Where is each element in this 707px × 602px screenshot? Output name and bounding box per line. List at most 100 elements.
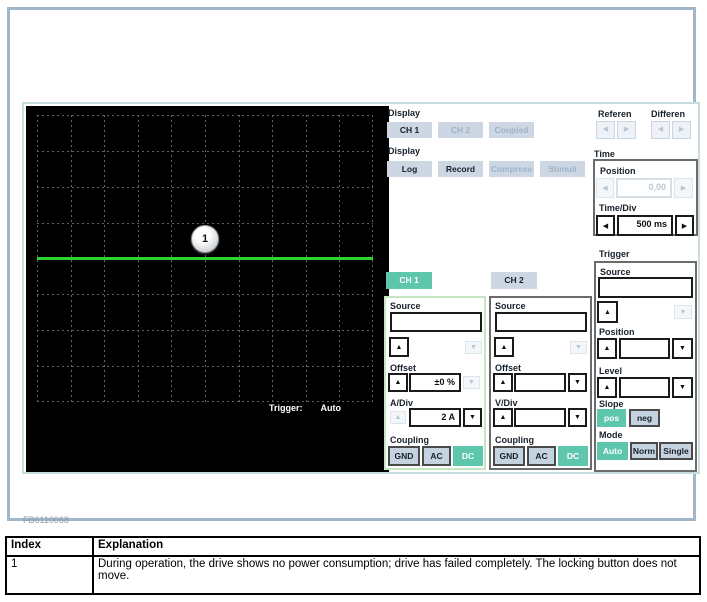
table-header-row: Index Explanation <box>6 537 700 556</box>
left-arrow-icon: ◀ <box>658 126 663 133</box>
table-row: 1 During operation, the drive shows no p… <box>6 556 700 594</box>
mode-single-button[interactable]: Single <box>659 442 693 460</box>
trigger-position-label: Position <box>599 327 635 337</box>
ch2-source-label: Source <box>495 301 526 311</box>
log-button[interactable]: Log <box>387 161 432 177</box>
ch1-tab-button[interactable]: CH 1 <box>386 272 432 289</box>
time-position-value: 0,00 <box>616 178 672 198</box>
down-arrow-icon: ▼ <box>679 384 686 391</box>
trigger-position-down-button[interactable]: ▼ <box>672 338 693 359</box>
trigger-source-down-button: ▼ <box>674 305 692 319</box>
right-arrow-icon: ▶ <box>624 126 629 133</box>
record-button[interactable]: Record <box>438 161 483 177</box>
trigger-level-up-button[interactable]: ▲ <box>597 377 617 398</box>
time-div-decrement-button[interactable]: ◀ <box>596 215 615 236</box>
trigger-position-up-button[interactable]: ▲ <box>597 338 617 359</box>
ch2-dc-button[interactable]: DC <box>558 446 588 466</box>
ch2-div-up-button[interactable]: ▲ <box>493 408 513 427</box>
explanation-cell: During operation, the drive shows no pow… <box>93 556 700 594</box>
stimuli-button[interactable]: Stimuli <box>540 161 585 177</box>
ch1-dc-button[interactable]: DC <box>453 446 483 466</box>
left-arrow-icon: ◀ <box>602 184 607 192</box>
up-arrow-icon: ▲ <box>396 344 403 351</box>
display-ch1-button[interactable]: CH 1 <box>387 122 432 138</box>
trigger-level-label: Level <box>599 366 622 376</box>
down-arrow-icon: ▼ <box>468 379 475 386</box>
mode-auto-button[interactable]: Auto <box>597 442 628 460</box>
down-arrow-icon: ▼ <box>469 414 476 421</box>
ch1-div-down-button[interactable]: ▼ <box>463 408 482 427</box>
reference-label: Referen <box>598 109 632 119</box>
trigger-status: Trigger: Auto <box>269 403 341 413</box>
ch2-offset-down-button[interactable]: ▼ <box>568 373 587 392</box>
ch2-panel: Source ▲ ▼ Offset ▲ ▼ V/Div ▲ ▼ Coupling… <box>489 296 592 470</box>
up-arrow-icon: ▲ <box>604 345 611 352</box>
up-arrow-icon: ▲ <box>395 414 402 421</box>
time-panel: Position ◀ 0,00 ▶ Time/Div ◀ 500 ms ▶ <box>593 159 698 236</box>
figure-frame: 1 Trigger: Auto Display CH 1 CH 2 Couple… <box>7 7 696 521</box>
ch1-div-label: A/Div <box>390 398 413 408</box>
trigger-source-input[interactable] <box>598 277 693 298</box>
trigger-mode-label: Mode <box>599 430 623 440</box>
ch1-source-label: Source <box>390 301 421 311</box>
ch1-source-input[interactable] <box>390 312 482 332</box>
trigger-level-down-button[interactable]: ▼ <box>672 377 693 398</box>
ch1-ac-button[interactable]: AC <box>422 446 451 466</box>
ch1-offset-value[interactable]: ±0 % <box>409 373 461 392</box>
callout-marker-1: 1 <box>191 225 219 253</box>
ch2-offset-value[interactable] <box>514 373 566 392</box>
time-div-increment-button[interactable]: ▶ <box>675 215 694 236</box>
trace-display: 1 Trigger: Auto <box>26 106 389 472</box>
trigger-panel: Source ▲ ▼ Position ▲ ▼ Level ▲ ▼ Slope … <box>594 261 697 472</box>
ch2-gnd-button[interactable]: GND <box>493 446 525 466</box>
ch2-tab-button[interactable]: CH 2 <box>491 272 537 289</box>
trigger-status-label: Trigger: <box>269 403 303 413</box>
ch2-offset-label: Offset <box>495 363 521 373</box>
ch2-source-up-button[interactable]: ▲ <box>494 337 514 357</box>
ch2-offset-up-button[interactable]: ▲ <box>493 373 513 392</box>
display-channels-label: Display <box>388 108 420 118</box>
trigger-slope-label: Slope <box>599 399 624 409</box>
down-arrow-icon: ▼ <box>679 345 686 352</box>
display-ch2-button[interactable]: CH 2 <box>438 122 483 138</box>
index-cell: 1 <box>6 556 93 594</box>
down-arrow-icon: ▼ <box>574 414 581 421</box>
time-position-decrement-button: ◀ <box>596 178 614 198</box>
slope-neg-button[interactable]: neg <box>629 409 660 427</box>
ch2-ac-button[interactable]: AC <box>527 446 556 466</box>
difference-prev-button[interactable]: ◀ <box>651 121 670 139</box>
mode-norm-button[interactable]: Norm <box>630 442 658 460</box>
display-modes-label: Display <box>388 146 420 156</box>
reference-prev-button[interactable]: ◀ <box>596 121 615 139</box>
up-arrow-icon: ▲ <box>604 384 611 391</box>
trigger-status-value: Auto <box>321 403 342 413</box>
left-arrow-icon: ◀ <box>603 222 608 230</box>
up-arrow-icon: ▲ <box>501 344 508 351</box>
trigger-source-up-button[interactable]: ▲ <box>597 301 618 323</box>
compress-button[interactable]: Compress <box>489 161 534 177</box>
time-label: Time <box>594 149 615 159</box>
ch2-source-input[interactable] <box>495 312 587 332</box>
time-div-value[interactable]: 500 ms <box>617 215 673 236</box>
ch1-offset-up-button[interactable]: ▲ <box>388 373 408 392</box>
ch1-coupling-label: Coupling <box>390 435 429 445</box>
up-arrow-icon: ▲ <box>395 379 402 386</box>
time-position-increment-button: ▶ <box>674 178 693 198</box>
ch1-source-up-button[interactable]: ▲ <box>389 337 409 357</box>
ch1-panel: Source ▲ ▼ Offset ▲ ±0 % ▼ A/Div ▲ 2 A ▼… <box>384 296 486 470</box>
ch1-gnd-button[interactable]: GND <box>388 446 420 466</box>
slope-pos-button[interactable]: pos <box>597 409 626 427</box>
ch1-div-value[interactable]: 2 A <box>409 408 461 427</box>
reference-next-button[interactable]: ▶ <box>617 121 636 139</box>
right-arrow-icon: ▶ <box>679 126 684 133</box>
difference-next-button[interactable]: ▶ <box>672 121 691 139</box>
trigger-position-value[interactable] <box>619 338 670 359</box>
display-coupled-button[interactable]: Coupled <box>489 122 534 138</box>
trigger-level-value[interactable] <box>619 377 670 398</box>
ch1-offset-label: Offset <box>390 363 416 373</box>
ch2-div-down-button[interactable]: ▼ <box>568 408 587 427</box>
ch2-div-value[interactable] <box>514 408 566 427</box>
ch2-div-label: V/Div <box>495 398 518 408</box>
down-arrow-icon: ▼ <box>574 379 581 386</box>
down-arrow-icon: ▼ <box>470 344 477 351</box>
